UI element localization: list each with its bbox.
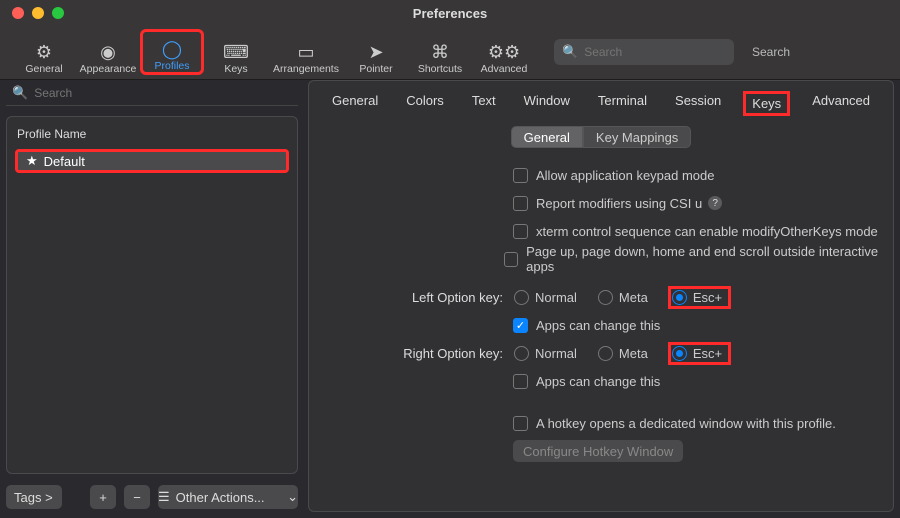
toolbar-shortcuts[interactable]: ⌘Shortcuts (408, 29, 472, 75)
close-window-button[interactable] (12, 7, 24, 19)
profile-list-header: Profile Name (17, 127, 287, 141)
chk-right-apps-change[interactable] (513, 374, 528, 389)
toolbar-search-label: Search (752, 45, 790, 59)
subtab-session[interactable]: Session (669, 91, 727, 116)
chk-page-scroll[interactable] (504, 252, 518, 267)
gears-icon: ⚙⚙ (488, 43, 520, 61)
search-icon: 🔍 (562, 44, 578, 60)
chk-report-csi[interactable] (513, 196, 528, 211)
minus-icon: − (133, 490, 141, 505)
tags-button[interactable]: Tags > (6, 485, 62, 509)
command-icon: ⌘ (431, 43, 449, 61)
zoom-window-button[interactable] (52, 7, 64, 19)
chk-allow-keypad[interactable] (513, 168, 528, 183)
chevron-down-icon: ⌄ (287, 489, 298, 505)
menu-icon: ☰ (158, 489, 170, 505)
left-opt-meta[interactable]: Meta (597, 289, 654, 306)
sidebar: 🔍 Profile Name ★ Default Tags > + − ☰ Ot… (6, 80, 298, 512)
windows-icon: ▭ (297, 43, 314, 61)
keys-segmented: General Key Mappings (323, 126, 879, 148)
right-opt-meta[interactable]: Meta (597, 345, 654, 362)
toolbar: ⚙General ◉Appearance ◯Profiles ⌨Keys ▭Ar… (0, 26, 900, 80)
toolbar-keys[interactable]: ⌨Keys (204, 29, 268, 75)
seg-general[interactable]: General (511, 126, 583, 148)
configure-hotkey-button[interactable]: Configure Hotkey Window (513, 440, 683, 462)
profile-name: Default (44, 154, 85, 169)
subtab-window[interactable]: Window (518, 91, 576, 116)
minimize-window-button[interactable] (32, 7, 44, 19)
left-opt-escplus[interactable]: Esc+ (668, 286, 731, 309)
toolbar-search[interactable]: 🔍 (554, 39, 734, 65)
subtab-general[interactable]: General (326, 91, 384, 116)
subtab-colors[interactable]: Colors (400, 91, 450, 116)
toolbar-search-input[interactable] (584, 45, 739, 59)
keys-form: Allow application keypad mode Report mod… (393, 164, 879, 462)
chk-xterm-modify[interactable] (513, 224, 528, 239)
profile-subtabs: General Colors Text Window Terminal Sess… (323, 91, 879, 116)
sidebar-bottom-bar: Tags > + − ☰ Other Actions... ⌄ (6, 482, 298, 512)
right-opt-escplus[interactable]: Esc+ (668, 342, 731, 365)
remove-profile-button[interactable]: − (124, 485, 150, 509)
content: 🔍 Profile Name ★ Default Tags > + − ☰ Ot… (6, 80, 894, 512)
toolbar-advanced[interactable]: ⚙⚙Advanced (472, 29, 536, 75)
toolbar-appearance[interactable]: ◉Appearance (76, 29, 140, 75)
sidebar-search-input[interactable] (34, 86, 292, 100)
window-controls (12, 7, 64, 19)
right-option-label: Right Option key: (393, 346, 513, 361)
chk-hotkey-window[interactable] (513, 416, 528, 431)
pointer-icon: ➤ (368, 43, 383, 61)
gear-icon: ⚙ (36, 43, 52, 61)
help-icon[interactable]: ? (708, 196, 722, 210)
chk-left-apps-change[interactable]: ✓ (513, 318, 528, 333)
toolbar-profiles[interactable]: ◯Profiles (140, 29, 204, 75)
subtab-advanced[interactable]: Advanced (806, 91, 876, 116)
person-icon: ◯ (162, 40, 182, 58)
profile-list: Profile Name ★ Default (6, 116, 298, 474)
left-opt-normal[interactable]: Normal (513, 289, 583, 306)
eye-icon: ◉ (100, 43, 116, 61)
profile-row-default[interactable]: ★ Default (15, 149, 289, 173)
titlebar: Preferences (0, 0, 900, 26)
keyboard-icon: ⌨ (223, 43, 249, 61)
window-title: Preferences (413, 6, 487, 21)
subtab-terminal[interactable]: Terminal (592, 91, 653, 116)
seg-key-mappings[interactable]: Key Mappings (583, 126, 691, 148)
search-icon: 🔍 (12, 85, 28, 101)
star-icon: ★ (26, 153, 38, 169)
subtab-keys[interactable]: Keys (743, 91, 790, 116)
sidebar-search[interactable]: 🔍 (6, 80, 298, 106)
subtab-text[interactable]: Text (466, 91, 502, 116)
add-profile-button[interactable]: + (90, 485, 116, 509)
main-panel: General Colors Text Window Terminal Sess… (308, 80, 894, 512)
toolbar-arrangements[interactable]: ▭Arrangements (268, 29, 344, 75)
plus-icon: + (99, 490, 107, 505)
toolbar-pointer[interactable]: ➤Pointer (344, 29, 408, 75)
toolbar-general[interactable]: ⚙General (12, 29, 76, 75)
right-opt-normal[interactable]: Normal (513, 345, 583, 362)
left-option-label: Left Option key: (393, 290, 513, 305)
other-actions-dropdown[interactable]: ☰ Other Actions... ⌄ (158, 485, 298, 509)
